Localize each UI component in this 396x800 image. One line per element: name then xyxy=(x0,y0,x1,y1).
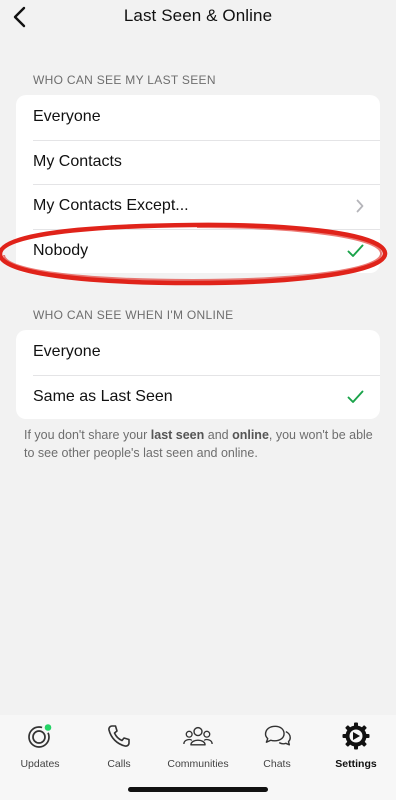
tab-communities[interactable]: Communities xyxy=(163,721,233,770)
online-section-header: WHO CAN SEE WHEN I'M ONLINE xyxy=(33,308,234,322)
communities-icon xyxy=(183,721,213,751)
online-option-same-as-last-seen[interactable]: Same as Last Seen xyxy=(16,374,380,420)
checkmark-icon xyxy=(347,390,364,404)
checkmark-icon xyxy=(347,244,364,258)
chats-icon xyxy=(262,721,292,751)
settings-gear-icon xyxy=(341,721,371,751)
disclosure-chevron-icon xyxy=(356,199,364,213)
home-indicator[interactable] xyxy=(128,787,268,792)
tab-label: Calls xyxy=(107,758,131,770)
online-footnote: If you don't share your last seen and on… xyxy=(24,428,373,460)
tab-settings[interactable]: Settings xyxy=(321,721,391,770)
navigation-bar: Last Seen & Online xyxy=(0,0,396,36)
last-seen-option-my-contacts-except[interactable]: My Contacts Except... xyxy=(16,184,380,229)
tab-calls[interactable]: Calls xyxy=(84,721,154,770)
online-options-group: Everyone Same as Last Seen xyxy=(16,330,380,419)
online-option-everyone[interactable]: Everyone xyxy=(16,330,380,375)
option-label: My Contacts Except... xyxy=(33,197,189,215)
last-seen-option-nobody[interactable]: Nobody xyxy=(16,228,380,274)
last-seen-section-header: WHO CAN SEE MY LAST SEEN xyxy=(33,73,216,87)
phone-icon xyxy=(104,721,134,751)
tab-label: Settings xyxy=(335,758,377,770)
last-seen-option-everyone[interactable]: Everyone xyxy=(16,95,380,140)
updates-icon xyxy=(25,721,55,751)
tab-label: Updates xyxy=(20,758,60,770)
option-label: Everyone xyxy=(33,108,101,126)
last-seen-options-group: Everyone My Contacts My Contacts Except.… xyxy=(16,95,380,273)
last-seen-option-my-contacts[interactable]: My Contacts xyxy=(16,139,380,185)
tab-label: Communities xyxy=(167,758,229,770)
tab-label: Chats xyxy=(263,758,291,770)
page-title: Last Seen & Online xyxy=(123,6,273,25)
option-label: My Contacts xyxy=(33,152,122,170)
option-label: Same as Last Seen xyxy=(33,387,173,405)
tab-chats[interactable]: Chats xyxy=(242,721,312,770)
tab-updates[interactable]: Updates xyxy=(5,721,75,770)
option-label: Everyone xyxy=(33,343,101,361)
option-label: Nobody xyxy=(33,241,89,259)
